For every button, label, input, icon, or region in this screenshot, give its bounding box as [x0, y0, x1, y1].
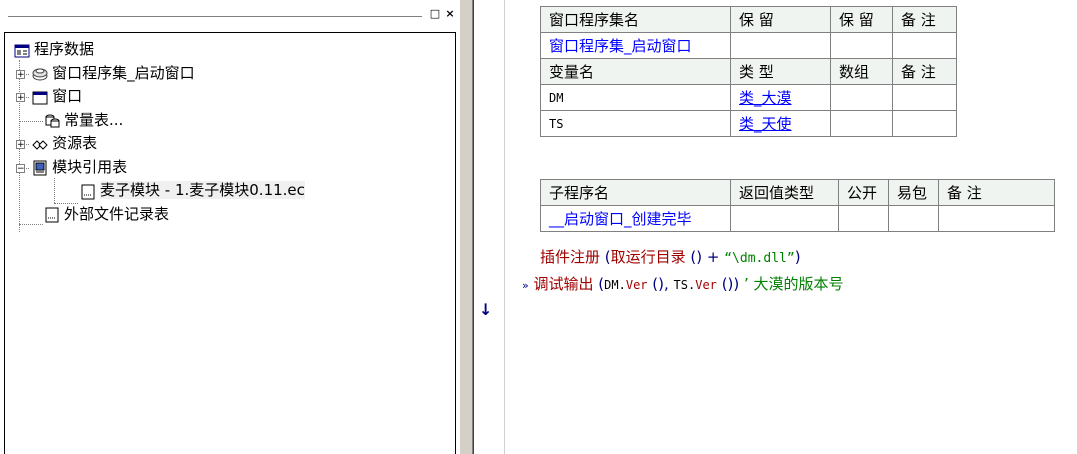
command-name: 调试输出 [533, 275, 594, 293]
tree-item-file-record[interactable]: 外部文件记录表 [14, 203, 454, 227]
assembly-name-cell[interactable]: 窗口程序集_启动窗口 [540, 32, 731, 59]
table-cell[interactable] [830, 110, 893, 137]
header-cell: 子程序名 [540, 179, 731, 206]
object-name: DM. [604, 278, 626, 292]
tree-item-label: 常量表... [64, 110, 124, 129]
tree-item-label: 麦子模块 - 1.麦子模块0.11.ec [100, 181, 305, 199]
tree-item-program-data[interactable]: 程序数据 [14, 38, 454, 62]
tree-item-module-file[interactable]: 麦子模块 - 1.麦子模块0.11.ec [14, 179, 454, 203]
table-cell[interactable] [892, 32, 957, 59]
code-line-debug-output[interactable]: » 调试输出 (DM.Ver (), TS.Ver ()) ’ 大漠的版本号 [522, 273, 844, 294]
method-name: Ver [695, 278, 717, 292]
table-cell[interactable] [730, 32, 831, 59]
header-cell: 数组 [830, 58, 893, 85]
table-row[interactable]: TS 类_天使 [540, 110, 957, 137]
function-name: 取运行目录 [610, 248, 686, 266]
collapse-icon[interactable]: − [16, 163, 25, 173]
paren: (), [647, 275, 674, 293]
header-cell: 备 注 [892, 58, 957, 85]
restore-icon[interactable]: □ [428, 7, 442, 21]
tree-item-assembly[interactable]: + 窗口程序集_启动窗口 [14, 62, 454, 86]
table-cell[interactable] [838, 205, 889, 232]
constant-icon [44, 113, 60, 129]
current-line-marker-icon: » [522, 279, 529, 292]
close-icon[interactable]: × [443, 7, 457, 21]
header-cell: 保 留 [830, 6, 893, 33]
window-icon [32, 90, 48, 106]
command-name: 插件注册 [540, 248, 601, 266]
table-row[interactable]: __启动窗口_创建完毕 [540, 205, 1055, 232]
table-row[interactable]: DM 类_大漠 [540, 84, 957, 111]
variable-name-cell[interactable]: DM [540, 84, 731, 111]
header-cell: 保 留 [730, 6, 831, 33]
tree-item-label: 窗口程序集_启动窗口 [52, 63, 195, 82]
panel-splitter[interactable] [459, 0, 473, 454]
tree-item-label: 模块引用表 [52, 157, 128, 176]
file-record-icon [44, 207, 60, 223]
title-grip[interactable] [8, 16, 422, 18]
code-comment: ’ 大漠的版本号 [739, 275, 844, 293]
table-cell[interactable] [938, 205, 1055, 232]
header-cell: 易包 [888, 179, 939, 206]
header-cell: 公开 [838, 179, 889, 206]
tree-item-resources[interactable]: + 资源表 [14, 132, 454, 156]
down-arrow-icon[interactable]: ↓ [479, 300, 492, 319]
code-gutter [474, 0, 505, 454]
paren: ( [600, 248, 611, 266]
program-tree: 程序数据 + 窗口程序集_启动窗口 + 窗口 常量表... + 资源表 − 模块… [14, 38, 454, 232]
expand-icon[interactable]: + [16, 93, 25, 103]
resource-icon [32, 137, 48, 153]
table-header-row: 变量名 类 型 数组 备 注 [540, 58, 957, 85]
header-cell: 返回值类型 [730, 179, 839, 206]
variable-type-cell[interactable]: 类_天使 [730, 110, 831, 137]
paren: ()) [716, 275, 740, 293]
object-name: TS. [673, 278, 696, 292]
table-cell[interactable] [892, 84, 957, 111]
table-header-row: 窗口程序集名 保 留 保 留 备 注 [540, 6, 957, 33]
module-file-icon [80, 184, 96, 200]
header-cell: 备 注 [892, 6, 957, 33]
table-cell[interactable] [830, 32, 893, 59]
panel-title-bar: □ × [0, 0, 460, 32]
code-line-plugin-register[interactable]: 插件注册 (取运行目录 () + “\dm.dll”) [540, 246, 801, 267]
header-cell: 备 注 [938, 179, 1055, 206]
string-literal: “\dm.dll” [724, 251, 795, 266]
paren: ) [794, 248, 801, 266]
table-cell[interactable] [888, 205, 939, 232]
tree-item-window[interactable]: + 窗口 [14, 85, 454, 109]
tree-item-label: 窗口 [52, 87, 83, 105]
tree-item-label: 程序数据 [34, 40, 95, 58]
expand-icon[interactable]: + [16, 69, 25, 79]
subroutine-table: 子程序名 返回值类型 公开 易包 备 注 __启动窗口_创建完毕 [540, 179, 1055, 232]
tree-item-label: 资源表 [52, 134, 98, 152]
table-row[interactable]: 窗口程序集_启动窗口 [540, 32, 957, 59]
expand-icon[interactable]: + [16, 140, 25, 150]
subroutine-name-cell[interactable]: __启动窗口_创建完毕 [540, 205, 731, 232]
header-cell: 窗口程序集名 [540, 6, 731, 33]
assembly-table: 窗口程序集名 保 留 保 留 备 注 窗口程序集_启动窗口 变量名 类 型 数组… [540, 6, 957, 137]
table-cell[interactable] [730, 205, 839, 232]
header-cell: 类 型 [730, 58, 831, 85]
module-ref-icon [32, 160, 48, 176]
tree-item-label: 外部文件记录表 [64, 204, 170, 223]
table-cell[interactable] [892, 110, 957, 137]
program-tree-panel: □ × 程序数据 + 窗口程序集_启动窗口 + 窗口 常量表... + 资源表 … [0, 0, 460, 454]
header-cell: 变量名 [540, 58, 731, 85]
method-name: Ver [625, 278, 648, 292]
program-data-icon [14, 43, 30, 59]
table-cell[interactable] [830, 84, 893, 111]
variable-type-cell[interactable]: 类_大漠 [730, 84, 831, 111]
tree-item-constants[interactable]: 常量表... [14, 109, 454, 133]
variable-name-cell[interactable]: TS [540, 110, 731, 137]
paren: ( [593, 275, 605, 293]
table-header-row: 子程序名 返回值类型 公开 易包 备 注 [540, 179, 1055, 206]
assembly-icon [32, 66, 48, 82]
tree-item-module-ref[interactable]: − 模块引用表 [14, 156, 454, 180]
operator: () + [685, 248, 725, 266]
code-editor[interactable]: 窗口程序集名 保 留 保 留 备 注 窗口程序集_启动窗口 变量名 类 型 数组… [504, 0, 1077, 454]
